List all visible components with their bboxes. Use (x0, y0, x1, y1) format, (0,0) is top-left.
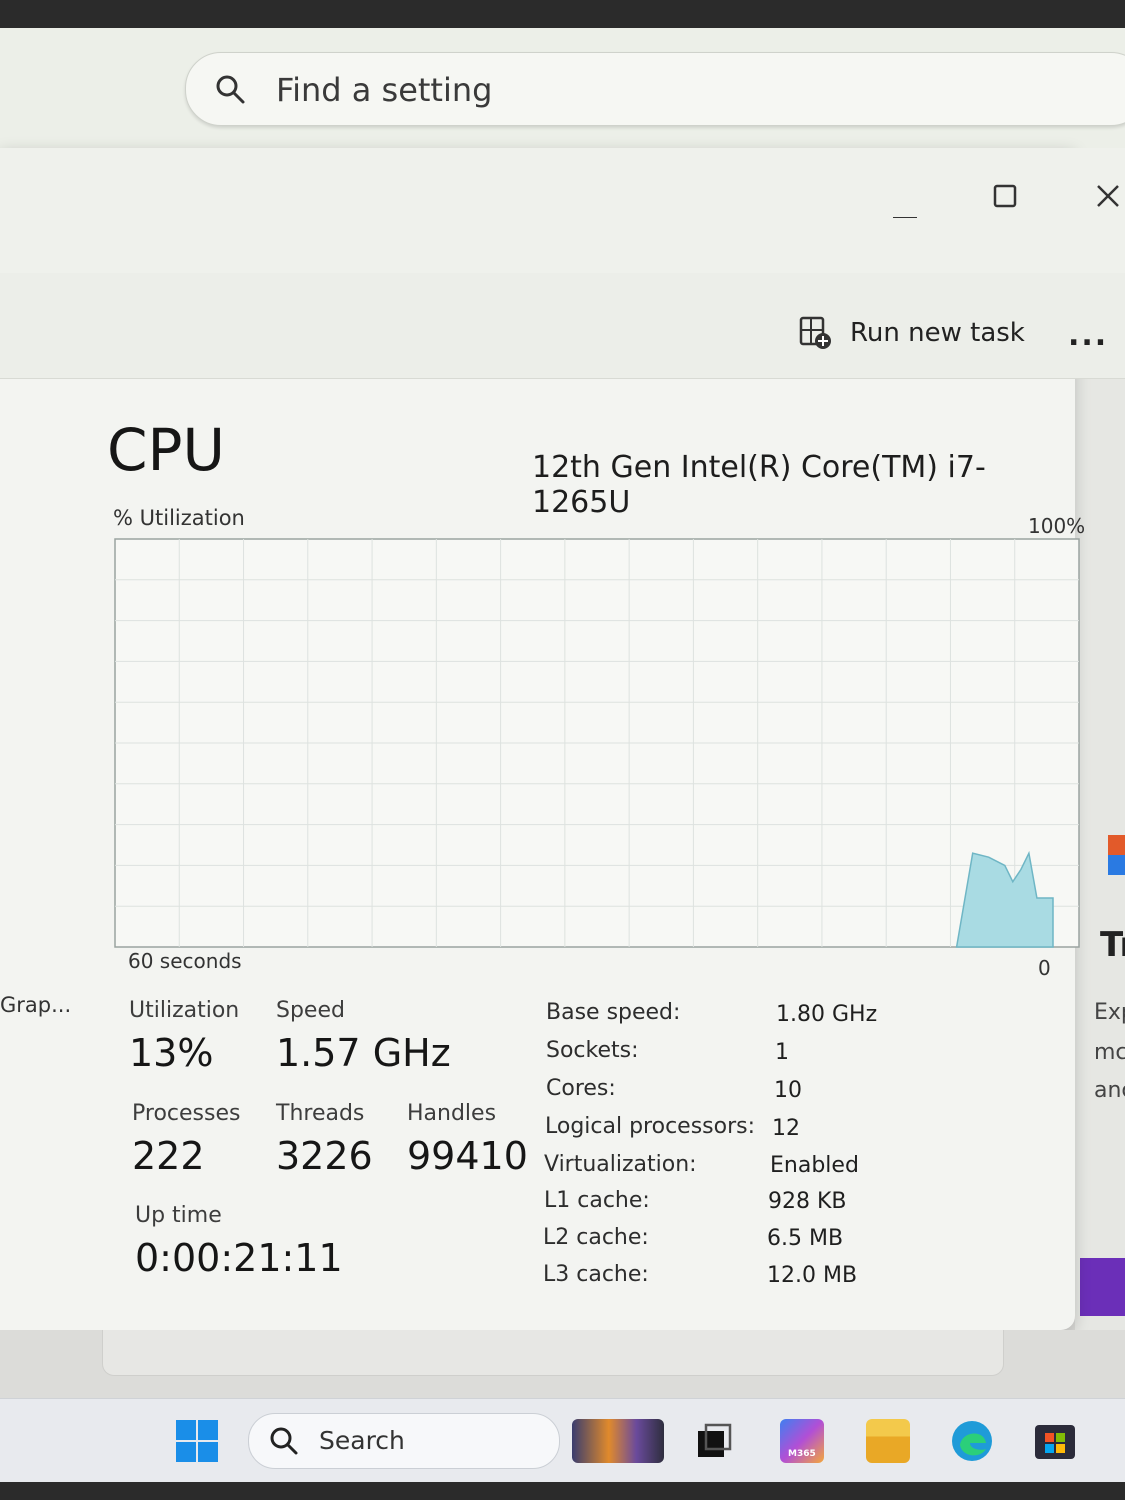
graph-y-label: % Utilization (113, 506, 245, 530)
title-bar (0, 148, 1125, 273)
spec-value: 12.0 MB (767, 1263, 858, 1288)
m365-copilot-icon[interactable]: M365 (780, 1419, 824, 1463)
spec-value: 1 (775, 1040, 789, 1065)
widgets-icon[interactable] (572, 1419, 664, 1463)
page-title: CPU (107, 416, 225, 484)
speed-label: Speed (276, 998, 345, 1023)
spec-value: 1.80 GHz (776, 1002, 878, 1027)
background-purple-banner (1080, 1258, 1125, 1316)
edge-button[interactable] (950, 1419, 994, 1463)
search-icon (214, 73, 246, 109)
graph-x-label: 60 seconds (128, 949, 242, 973)
store-button[interactable] (1033, 1419, 1077, 1463)
screen-bezel-bottom (0, 1482, 1125, 1500)
minimize-button[interactable] (880, 174, 930, 219)
store-icon (1035, 1425, 1075, 1459)
spec-label: L1 cache: (544, 1188, 650, 1213)
spec-value: 12 (772, 1116, 800, 1141)
background-app-icon (1108, 835, 1125, 875)
spec-label: Base speed: (546, 1000, 681, 1025)
handles-label: Handles (407, 1101, 497, 1126)
processes-label: Processes (132, 1101, 241, 1126)
spec-label: Cores: (546, 1076, 616, 1101)
spec-label: L3 cache: (543, 1262, 649, 1287)
background-peek-text: mc (1094, 1040, 1125, 1065)
find-setting-search-box[interactable]: Find a setting (185, 52, 1125, 126)
cpu-graph-svg (114, 538, 1080, 948)
spec-value: 10 (774, 1078, 802, 1103)
threads-stat: Threads 3226 (276, 1101, 373, 1178)
file-explorer-icon[interactable] (866, 1419, 910, 1463)
task-view-button[interactable] (692, 1419, 736, 1463)
spec-label: Sockets: (546, 1038, 639, 1063)
sidebar-item-gpu[interactable]: Grap... (0, 993, 71, 1017)
handles-stat: Handles 99410 (407, 1101, 528, 1178)
task-manager-window: Run new task ... CPU 12th Gen Intel(R) C… (0, 148, 1125, 1330)
taskbar-search-box[interactable]: Search (248, 1413, 560, 1469)
uptime-label: Up time (135, 1203, 222, 1228)
cpu-utilization-graph (114, 538, 1080, 948)
utilization-value: 13% (129, 1031, 214, 1075)
more-options-button[interactable]: ... (1068, 318, 1108, 353)
spec-value: 928 KB (768, 1189, 847, 1214)
close-icon (1097, 185, 1119, 207)
m365-label: M365 (788, 1449, 816, 1459)
processes-stat: Processes 222 (132, 1101, 240, 1178)
run-new-task-label: Run new task (850, 318, 1025, 348)
screen-bezel-top (0, 0, 1125, 28)
background-window-edge (102, 1330, 1004, 1376)
processes-value: 222 (132, 1134, 205, 1178)
speed-stat: Speed 1.57 GHz (276, 998, 451, 1075)
handles-value: 99410 (407, 1134, 528, 1178)
utilization-label: Utilization (129, 998, 240, 1023)
run-new-task-button[interactable]: Run new task (798, 313, 1025, 353)
graph-max-label: 100% (1028, 514, 1086, 538)
utilization-stat: Utilization 13% (129, 998, 239, 1075)
minimize-icon (893, 217, 917, 219)
uptime-stat: Up time 0:00:21:11 (135, 1203, 343, 1280)
background-peek-text: Exp (1094, 1000, 1125, 1025)
spec-label: Logical processors: (545, 1114, 756, 1139)
uptime-value: 0:00:21:11 (135, 1236, 343, 1280)
taskbar-search-label: Search (319, 1426, 405, 1455)
start-button[interactable] (175, 1419, 219, 1463)
speed-value: 1.57 GHz (276, 1031, 451, 1075)
graph-min-label: 0 (1038, 956, 1051, 980)
close-button[interactable] (1082, 174, 1125, 218)
threads-value: 3226 (276, 1134, 373, 1178)
threads-label: Threads (276, 1101, 365, 1126)
background-peek-text: anc (1094, 1078, 1125, 1103)
spec-label: L2 cache: (543, 1225, 649, 1250)
spec-value: Enabled (770, 1153, 859, 1178)
background-window-right (1075, 230, 1125, 1330)
find-setting-placeholder: Find a setting (276, 71, 493, 109)
edge-icon (952, 1421, 992, 1461)
windows-start-icon (176, 1420, 218, 1462)
maximize-icon (993, 184, 1017, 208)
task-view-icon (698, 1423, 732, 1457)
maximize-button[interactable] (980, 174, 1030, 218)
taskbar: Search M365 (0, 1398, 1125, 1483)
spec-value: 6.5 MB (767, 1226, 844, 1251)
search-icon (269, 1426, 299, 1460)
background-peek-title: Tr (1100, 925, 1125, 965)
spec-label: Virtualization: (544, 1152, 697, 1177)
run-new-task-icon (799, 316, 831, 349)
cpu-model-name: 12th Gen Intel(R) Core(TM) i7-1265U (532, 450, 986, 520)
